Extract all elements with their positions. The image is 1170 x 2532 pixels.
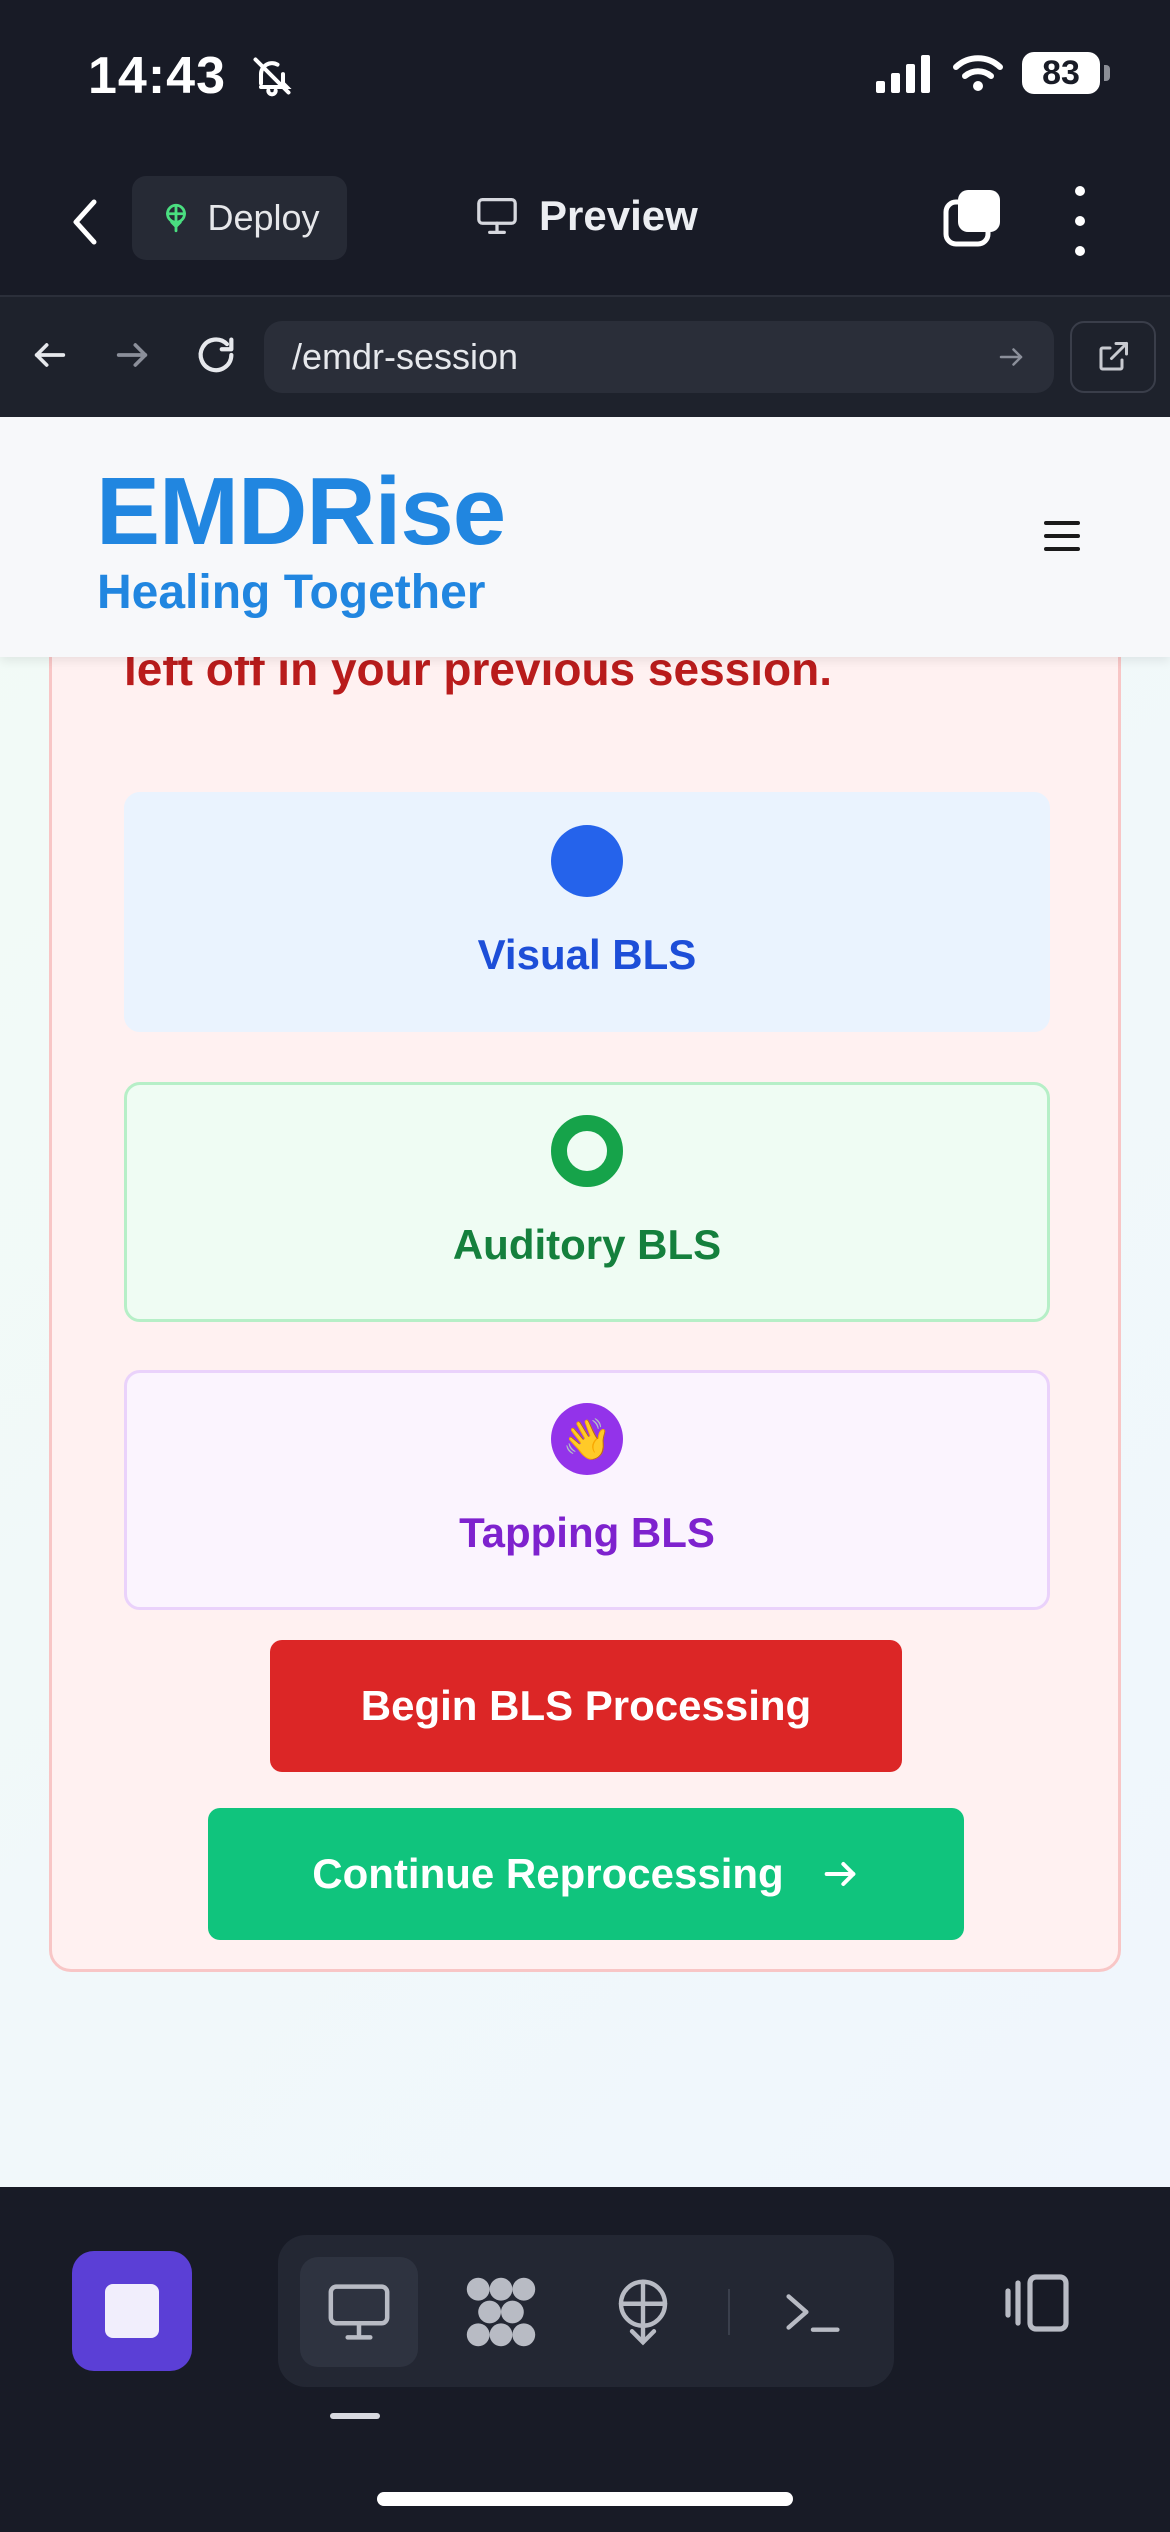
- device-toggle-icon: [1005, 2274, 1069, 2332]
- tool-group: [278, 2235, 894, 2387]
- battery-indicator: 83: [1022, 52, 1100, 94]
- bottom-dock: [0, 2187, 1170, 2532]
- signal-icon: [876, 55, 930, 93]
- browser-reload-button[interactable]: [188, 327, 244, 383]
- begin-button-label: Begin BLS Processing: [360, 1682, 812, 1729]
- url-text: /emdr-session: [292, 336, 519, 377]
- status-time: 14:43: [88, 47, 226, 105]
- tool-separator: [728, 2289, 730, 2335]
- app-toolbar: Deploy Preview: [0, 150, 1170, 295]
- bls-card: left off in your previous session. Visua…: [49, 567, 1121, 1972]
- arrow-right-icon: [116, 343, 148, 367]
- more-dot: [1075, 186, 1085, 196]
- blue-dot-icon: [551, 825, 623, 897]
- arrow-right-icon: [824, 1862, 856, 1886]
- browser-forward-button[interactable]: [104, 327, 160, 383]
- site-header: EMDRise Healing Together: [0, 417, 1170, 657]
- more-dot: [1075, 246, 1085, 256]
- terminal-button[interactable]: [754, 2257, 872, 2367]
- open-external-button[interactable]: [1070, 321, 1156, 393]
- waving-hand-icon: 👋: [551, 1403, 623, 1475]
- site-logo[interactable]: EMDRise: [96, 457, 506, 567]
- browser-bar: /emdr-session: [0, 295, 1170, 417]
- continue-reprocessing-button[interactable]: Continue Reprocessing: [208, 1808, 964, 1940]
- auditory-bls-option[interactable]: Auditory BLS: [124, 1082, 1050, 1322]
- url-field[interactable]: /emdr-session: [264, 321, 1054, 393]
- preview-tab[interactable]: Preview: [475, 192, 698, 240]
- auditory-bls-label: Auditory BLS: [452, 1221, 722, 1268]
- visual-bls-label: Visual BLS: [477, 931, 697, 978]
- site-tagline: Healing Together: [97, 566, 486, 619]
- arrow-left-icon: [34, 343, 66, 367]
- bell-off-icon: [253, 57, 292, 97]
- web-page: EMDRise Healing Together left off in you…: [0, 417, 1170, 2187]
- tabs-switcher-icon[interactable]: [940, 186, 1004, 250]
- status-bar: 14:43 83: [0, 0, 1170, 150]
- status-indicators: 83: [874, 52, 1110, 94]
- go-arrow-icon[interactable]: [996, 342, 1026, 372]
- menu-line: [1044, 547, 1080, 551]
- monitor-icon: [477, 197, 517, 234]
- workflow-icon: [466, 2277, 536, 2347]
- terminal-icon: [786, 2294, 840, 2332]
- hamburger-menu-icon[interactable]: [1044, 521, 1080, 551]
- stop-button[interactable]: [72, 2251, 192, 2371]
- tapping-bls-label: Tapping BLS: [459, 1509, 715, 1556]
- reload-icon: [198, 337, 234, 373]
- device-toggle-button[interactable]: [998, 2263, 1078, 2343]
- stop-icon: [105, 2284, 159, 2338]
- workflow-button[interactable]: [442, 2257, 560, 2367]
- deploy-icon: [166, 203, 187, 233]
- browser-back-button[interactable]: [22, 327, 78, 383]
- green-ring-icon: [551, 1115, 623, 1187]
- home-indicator: [377, 2492, 793, 2506]
- visual-bls-option[interactable]: Visual BLS: [124, 792, 1050, 1032]
- tapping-bls-option[interactable]: 👋 Tapping BLS: [124, 1370, 1050, 1610]
- menu-line: [1044, 521, 1080, 525]
- more-options-button[interactable]: [1060, 186, 1100, 256]
- preview-label: Preview: [539, 192, 698, 239]
- battery-tip: [1104, 65, 1110, 81]
- external-link-icon: [1099, 342, 1128, 371]
- chevron-left-icon: [73, 199, 97, 245]
- preview-monitor-icon: [328, 2284, 390, 2340]
- preview-monitor-button[interactable]: [300, 2257, 418, 2367]
- deploy-label: Deploy: [207, 197, 320, 238]
- wifi-icon: [953, 55, 1003, 91]
- back-button[interactable]: [60, 192, 110, 252]
- deploy-icon: [618, 2279, 668, 2346]
- active-tab-indicator: [330, 2413, 380, 2419]
- continue-button-label: Continue Reprocessing: [312, 1850, 784, 1897]
- deploy-button[interactable]: Deploy: [132, 176, 347, 260]
- more-dot: [1075, 216, 1085, 226]
- begin-bls-processing-button[interactable]: Begin BLS Processing: [270, 1640, 902, 1772]
- deploy-tool-button[interactable]: [584, 2257, 702, 2367]
- menu-line: [1044, 534, 1080, 538]
